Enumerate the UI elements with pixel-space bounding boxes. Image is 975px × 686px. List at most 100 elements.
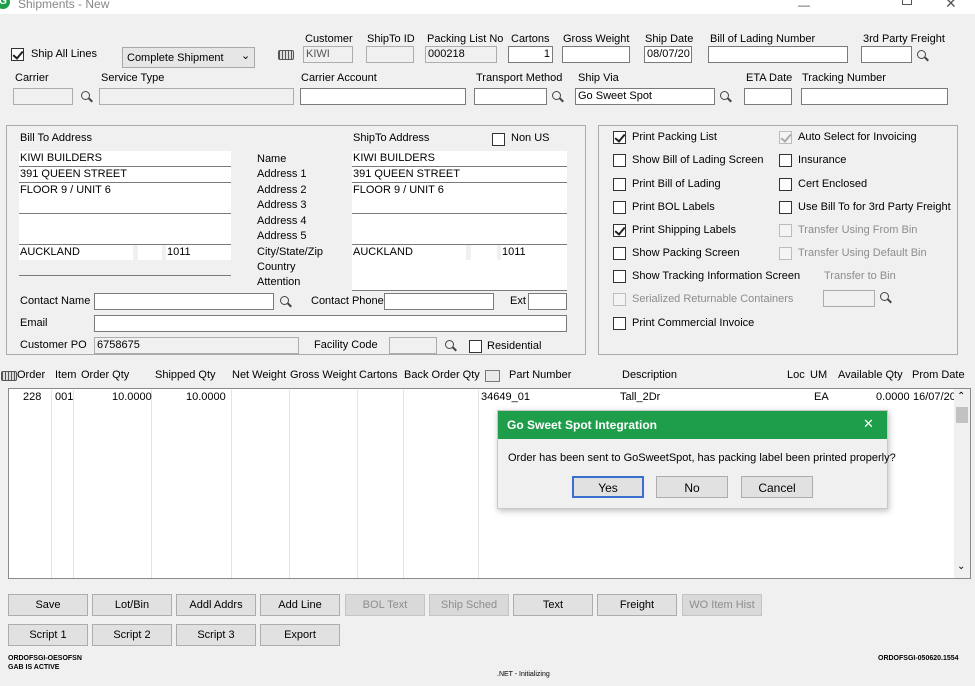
ship-to-address5-field[interactable]: [352, 229, 567, 245]
col-um[interactable]: UM: [810, 369, 827, 381]
bill-to-address2-field[interactable]: FLOOR 9 / UNIT 6: [19, 183, 231, 199]
maximize-icon[interactable]: [902, 0, 912, 5]
shipto-id-field[interactable]: [366, 46, 414, 63]
eta-date-field[interactable]: [744, 88, 792, 105]
show-tracking-screen-checkbox[interactable]: [613, 270, 626, 283]
ship-to-address1-field[interactable]: 391 QUEEN STREET: [352, 167, 567, 183]
transport-method-field[interactable]: [474, 88, 547, 105]
cert-enclosed-checkbox[interactable]: [779, 178, 792, 191]
print-commercial-invoice-checkbox[interactable]: [613, 317, 626, 330]
auto-select-invoicing-checkbox[interactable]: [779, 131, 792, 144]
carrier-search-icon[interactable]: [80, 90, 94, 104]
ship-to-attention-field[interactable]: [352, 275, 567, 291]
ext-field[interactable]: [528, 293, 567, 310]
minimize-icon[interactable]: —: [798, 0, 810, 12]
non-us-checkbox[interactable]: [492, 133, 505, 146]
save-button[interactable]: Save: [8, 594, 88, 616]
tracking-number-field[interactable]: [801, 88, 948, 105]
ship-to-country-field[interactable]: [352, 260, 567, 276]
cartons-field[interactable]: 1: [508, 46, 553, 63]
ship-to-name-field[interactable]: KIWI BUILDERS: [352, 151, 567, 167]
scroll-up-icon[interactable]: ⌃: [957, 391, 965, 402]
bill-to-city-field[interactable]: AUCKLAND: [19, 245, 133, 261]
facility-code-field[interactable]: [389, 337, 437, 354]
scroll-down-icon[interactable]: ⌄: [957, 561, 965, 572]
bol-text-button[interactable]: BOL Text: [345, 594, 425, 616]
grid-config-icon[interactable]: [1, 371, 17, 381]
third-party-search-icon[interactable]: [916, 49, 930, 63]
grid-header-checkbox[interactable]: [485, 370, 500, 382]
add-line-button[interactable]: Add Line: [260, 594, 340, 616]
script3-button[interactable]: Script 3: [176, 624, 256, 646]
gross-weight-field[interactable]: [562, 46, 630, 63]
dialog-close-icon[interactable]: ✕: [863, 416, 874, 432]
col-part-number[interactable]: Part Number: [509, 369, 571, 381]
script1-button[interactable]: Script 1: [8, 624, 88, 646]
wo-item-hist-button[interactable]: WO Item Hist: [682, 594, 762, 616]
col-back-order-qty[interactable]: Back Order Qty: [404, 369, 480, 381]
ship-via-search-icon[interactable]: [719, 90, 733, 104]
col-item[interactable]: Item: [55, 369, 76, 381]
carrier-account-field[interactable]: [300, 88, 466, 105]
transport-method-search-icon[interactable]: [551, 90, 565, 104]
addl-addrs-button[interactable]: Addl Addrs: [176, 594, 256, 616]
bill-to-name-field[interactable]: KIWI BUILDERS: [19, 151, 231, 167]
print-packing-list-checkbox[interactable]: [613, 131, 626, 144]
carrier-field[interactable]: [13, 88, 73, 105]
col-cartons[interactable]: Cartons: [359, 369, 398, 381]
col-order-qty[interactable]: Order Qty: [81, 369, 129, 381]
contact-search-icon[interactable]: [279, 295, 293, 309]
export-button[interactable]: Export: [260, 624, 340, 646]
script2-button[interactable]: Script 2: [92, 624, 172, 646]
ship-to-address4-field[interactable]: [352, 214, 567, 230]
insurance-checkbox[interactable]: [779, 154, 792, 167]
bill-to-address5-field[interactable]: [19, 229, 231, 245]
ship-via-field[interactable]: Go Sweet Spot: [575, 88, 715, 105]
service-type-field[interactable]: [99, 88, 294, 105]
transfer-default-bin-checkbox[interactable]: [779, 247, 792, 260]
col-shipped-qty[interactable]: Shipped Qty: [155, 369, 216, 381]
dialog-cancel-button[interactable]: Cancel: [741, 476, 813, 498]
bill-to-zip-field[interactable]: 1011: [166, 245, 231, 261]
bill-to-country-field[interactable]: [19, 260, 231, 276]
show-bol-screen-checkbox[interactable]: [613, 154, 626, 167]
bill-to-address1-field[interactable]: 391 QUEEN STREET: [19, 167, 231, 183]
serialized-containers-checkbox[interactable]: [613, 293, 626, 306]
col-order[interactable]: Order: [17, 369, 45, 381]
freight-button[interactable]: Freight: [597, 594, 677, 616]
print-shipping-labels-checkbox[interactable]: [613, 224, 626, 237]
ship-to-city-field[interactable]: AUCKLAND: [352, 245, 466, 261]
col-description[interactable]: Description: [622, 369, 677, 381]
col-net-weight[interactable]: Net Weight: [232, 369, 286, 381]
ship-to-address2-field[interactable]: FLOOR 9 / UNIT 6: [352, 183, 567, 199]
print-bol-checkbox[interactable]: [613, 178, 626, 191]
col-gross-weight[interactable]: Gross Weight: [290, 369, 356, 381]
third-party-freight-field[interactable]: [861, 46, 912, 63]
contact-phone-field[interactable]: [384, 293, 494, 310]
col-available-qty[interactable]: Available Qty: [838, 369, 903, 381]
dialog-yes-button[interactable]: Yes: [572, 476, 644, 498]
grid-scrollbar[interactable]: ⌃ ⌄: [954, 389, 970, 578]
col-prom-date[interactable]: Prom Date: [912, 369, 965, 381]
ship-to-zip-field[interactable]: 1011: [501, 245, 567, 261]
email-field[interactable]: [94, 315, 567, 332]
bill-to-state-field[interactable]: [138, 245, 162, 261]
ship-date-field[interactable]: 08/07/20: [644, 46, 692, 63]
bill-to-address3-field[interactable]: [19, 198, 231, 214]
contact-name-field[interactable]: [94, 293, 274, 310]
facility-code-search-icon[interactable]: [444, 339, 458, 353]
bill-to-address4-field[interactable]: [19, 214, 231, 230]
ship-all-lines-checkbox[interactable]: [11, 48, 24, 61]
customer-field[interactable]: KIWI: [303, 46, 353, 63]
close-icon[interactable]: ✕: [945, 0, 957, 12]
transfer-bin-search-icon[interactable]: [879, 291, 893, 305]
packing-list-field[interactable]: 000218: [425, 46, 497, 63]
col-loc[interactable]: Loc: [787, 369, 805, 381]
print-bol-labels-checkbox[interactable]: [613, 201, 626, 214]
customer-po-field[interactable]: 6758675: [94, 337, 299, 354]
dialog-no-button[interactable]: No: [656, 476, 728, 498]
address-toggle-icon[interactable]: [278, 50, 294, 60]
lot-bin-button[interactable]: Lot/Bin: [92, 594, 172, 616]
ship-to-state-field[interactable]: [471, 245, 497, 261]
bill-of-lading-field[interactable]: [708, 46, 848, 63]
